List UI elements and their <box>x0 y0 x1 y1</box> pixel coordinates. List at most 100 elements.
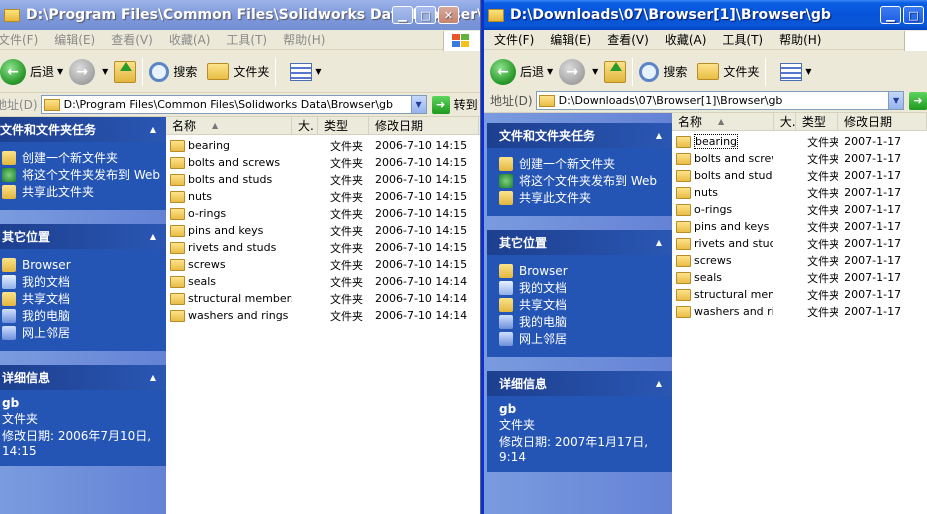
table-row[interactable]: bolts and studs 文件夹 2007-1-17 <box>672 167 927 184</box>
place-network[interactable]: 网上邻居 <box>2 326 160 340</box>
table-row[interactable]: bolts and screws 文件夹 2007-1-17 <box>672 150 927 167</box>
place-my-computer[interactable]: 我的电脑 <box>499 315 666 329</box>
table-row[interactable]: screws 文件夹 2007-1-17 <box>672 252 927 269</box>
chevron-up-icon[interactable]: ▲ <box>150 373 156 382</box>
chevron-down-icon[interactable]: ▼ <box>888 92 904 109</box>
task-publish-web[interactable]: 将这个文件夹发布到 Web <box>499 174 666 188</box>
title-bar[interactable]: D:\Program Files\Common Files\Solidworks… <box>0 0 480 30</box>
menu-view[interactable]: 查看(V) <box>599 31 657 48</box>
task-share-folder[interactable]: 共享此文件夹 <box>499 191 666 205</box>
table-row[interactable]: nuts 文件夹 2006-7-10 14:15 <box>166 188 480 205</box>
table-row[interactable]: rivets and studs 文件夹 2006-7-10 14:15 <box>166 239 480 256</box>
table-row[interactable]: seals 文件夹 2007-1-17 <box>672 269 927 286</box>
menu-favorites[interactable]: 收藏(A) <box>161 31 219 48</box>
chevron-down-icon[interactable]: ▼ <box>547 67 553 76</box>
place-shared-documents[interactable]: 共享文档 <box>499 298 666 312</box>
column-name[interactable]: 名称 ▲ <box>166 117 292 134</box>
go-arrow-icon[interactable]: ➜ <box>431 95 450 114</box>
menu-favorites[interactable]: 收藏(A) <box>657 31 715 48</box>
panel-header[interactable]: 详细信息 ▲ <box>487 371 672 396</box>
chevron-down-icon[interactable]: ▼ <box>592 67 598 76</box>
folders-button[interactable]: 文件夹 <box>207 63 269 80</box>
menu-tools[interactable]: 工具(T) <box>714 31 771 48</box>
views-button[interactable]: ▼ <box>772 62 812 81</box>
menu-view[interactable]: 查看(V) <box>103 31 161 48</box>
panel-header[interactable]: 文件和文件夹任务 ▲ <box>0 117 166 142</box>
back-button[interactable]: ← 后退 ▼ <box>490 58 553 85</box>
chevron-up-icon[interactable]: ▲ <box>656 379 662 388</box>
maximize-button[interactable]: □ <box>415 6 436 24</box>
table-row[interactable]: structural members 文件夹 2006-7-10 14:14 <box>166 290 480 307</box>
address-input[interactable]: D:\Downloads\07\Browser[1]\Browser\gb ▼ <box>535 91 905 110</box>
column-type[interactable]: 类型 <box>318 117 369 134</box>
address-input[interactable]: D:\Program Files\Common Files\Solidworks… <box>40 95 427 114</box>
column-name[interactable]: 名称 ▲ <box>672 113 774 130</box>
folders-button[interactable]: 文件夹 <box>697 63 759 80</box>
panel-header[interactable]: 其它位置 ▲ <box>0 224 166 249</box>
column-modified[interactable]: 修改日期 <box>838 113 927 130</box>
column-type[interactable]: 类型 <box>796 113 838 130</box>
views-button[interactable]: ▼ <box>282 62 322 81</box>
chevron-up-icon[interactable]: ▲ <box>150 125 156 134</box>
menu-edit[interactable]: 编辑(E) <box>542 31 599 48</box>
go-button[interactable]: 转到 <box>454 96 478 113</box>
panel-header[interactable]: 其它位置 ▲ <box>487 230 672 255</box>
search-button[interactable]: 搜索 <box>639 61 687 82</box>
table-row[interactable]: pins and keys 文件夹 2006-7-10 14:15 <box>166 222 480 239</box>
search-button[interactable]: 搜索 <box>149 61 197 82</box>
up-button[interactable] <box>114 60 137 83</box>
place-my-documents[interactable]: 我的文档 <box>499 281 666 295</box>
column-modified[interactable]: 修改日期 <box>369 117 479 134</box>
place-browser[interactable]: Browser <box>499 264 666 278</box>
menu-help[interactable]: 帮助(H) <box>771 31 829 48</box>
menu-file[interactable]: 文件(F) <box>0 31 46 48</box>
panel-header[interactable]: 详细信息 ▲ <box>0 365 166 390</box>
menu-file[interactable]: 文件(F) <box>486 31 542 48</box>
table-row[interactable]: washers and rings 文件夹 2006-7-10 14:14 <box>166 307 480 324</box>
menu-tools[interactable]: 工具(T) <box>218 31 275 48</box>
column-size[interactable]: 大. <box>774 113 796 130</box>
table-row[interactable]: pins and keys 文件夹 2007-1-17 <box>672 218 927 235</box>
menu-edit[interactable]: 编辑(E) <box>46 31 103 48</box>
table-row[interactable]: bolts and screws 文件夹 2006-7-10 14:15 <box>166 154 480 171</box>
place-network[interactable]: 网上邻居 <box>499 332 666 346</box>
chevron-up-icon[interactable]: ▲ <box>656 131 662 140</box>
maximize-button[interactable]: □ <box>903 6 924 24</box>
back-button[interactable]: ← 后退 ▼ <box>0 58 63 85</box>
chevron-up-icon[interactable]: ▲ <box>656 238 662 247</box>
task-new-folder[interactable]: 创建一个新文件夹 <box>499 157 666 171</box>
chevron-down-icon[interactable]: ▼ <box>102 67 108 76</box>
table-row[interactable]: washers and rings 文件夹 2007-1-17 <box>672 303 927 320</box>
table-row[interactable]: o-rings 文件夹 2006-7-10 14:15 <box>166 205 480 222</box>
place-shared-documents[interactable]: 共享文档 <box>2 292 160 306</box>
go-arrow-icon[interactable]: ➜ <box>909 91 927 110</box>
table-row[interactable]: bearing 文件夹 2006-7-10 14:15 <box>166 137 480 154</box>
task-share-folder[interactable]: 共享此文件夹 <box>2 185 160 199</box>
up-button[interactable] <box>604 60 627 83</box>
table-row[interactable]: bolts and studs 文件夹 2006-7-10 14:15 <box>166 171 480 188</box>
table-row[interactable]: o-rings 文件夹 2007-1-17 <box>672 201 927 218</box>
chevron-down-icon[interactable]: ▼ <box>410 96 426 113</box>
column-size[interactable]: 大. <box>292 117 318 134</box>
table-row[interactable]: screws 文件夹 2006-7-10 14:15 <box>166 256 480 273</box>
forward-button[interactable]: → ▼ <box>559 58 598 85</box>
table-row[interactable]: seals 文件夹 2006-7-10 14:14 <box>166 273 480 290</box>
table-row[interactable]: rivets and studs 文件夹 2007-1-17 <box>672 235 927 252</box>
minimize-button[interactable]: ▁ <box>392 6 413 24</box>
place-my-computer[interactable]: 我的电脑 <box>2 309 160 323</box>
panel-header[interactable]: 文件和文件夹任务 ▲ <box>487 123 672 148</box>
task-publish-web[interactable]: 将这个文件夹发布到 Web <box>2 168 160 182</box>
table-row[interactable]: nuts 文件夹 2007-1-17 <box>672 184 927 201</box>
menu-help[interactable]: 帮助(H) <box>275 31 333 48</box>
task-new-folder[interactable]: 创建一个新文件夹 <box>2 151 160 165</box>
title-bar[interactable]: D:\Downloads\07\Browser[1]\Browser\gb ▁ … <box>484 0 927 30</box>
chevron-down-icon[interactable]: ▼ <box>57 67 63 76</box>
place-browser[interactable]: Browser <box>2 258 160 272</box>
place-my-documents[interactable]: 我的文档 <box>2 275 160 289</box>
table-row[interactable]: bearing 文件夹 2007-1-17 <box>672 133 927 150</box>
table-row[interactable]: structural members 文件夹 2007-1-17 <box>672 286 927 303</box>
forward-button[interactable]: → ▼ <box>69 58 108 85</box>
minimize-button[interactable]: ▁ <box>880 6 901 24</box>
close-button[interactable]: ✕ <box>438 6 459 24</box>
chevron-up-icon[interactable]: ▲ <box>150 232 156 241</box>
